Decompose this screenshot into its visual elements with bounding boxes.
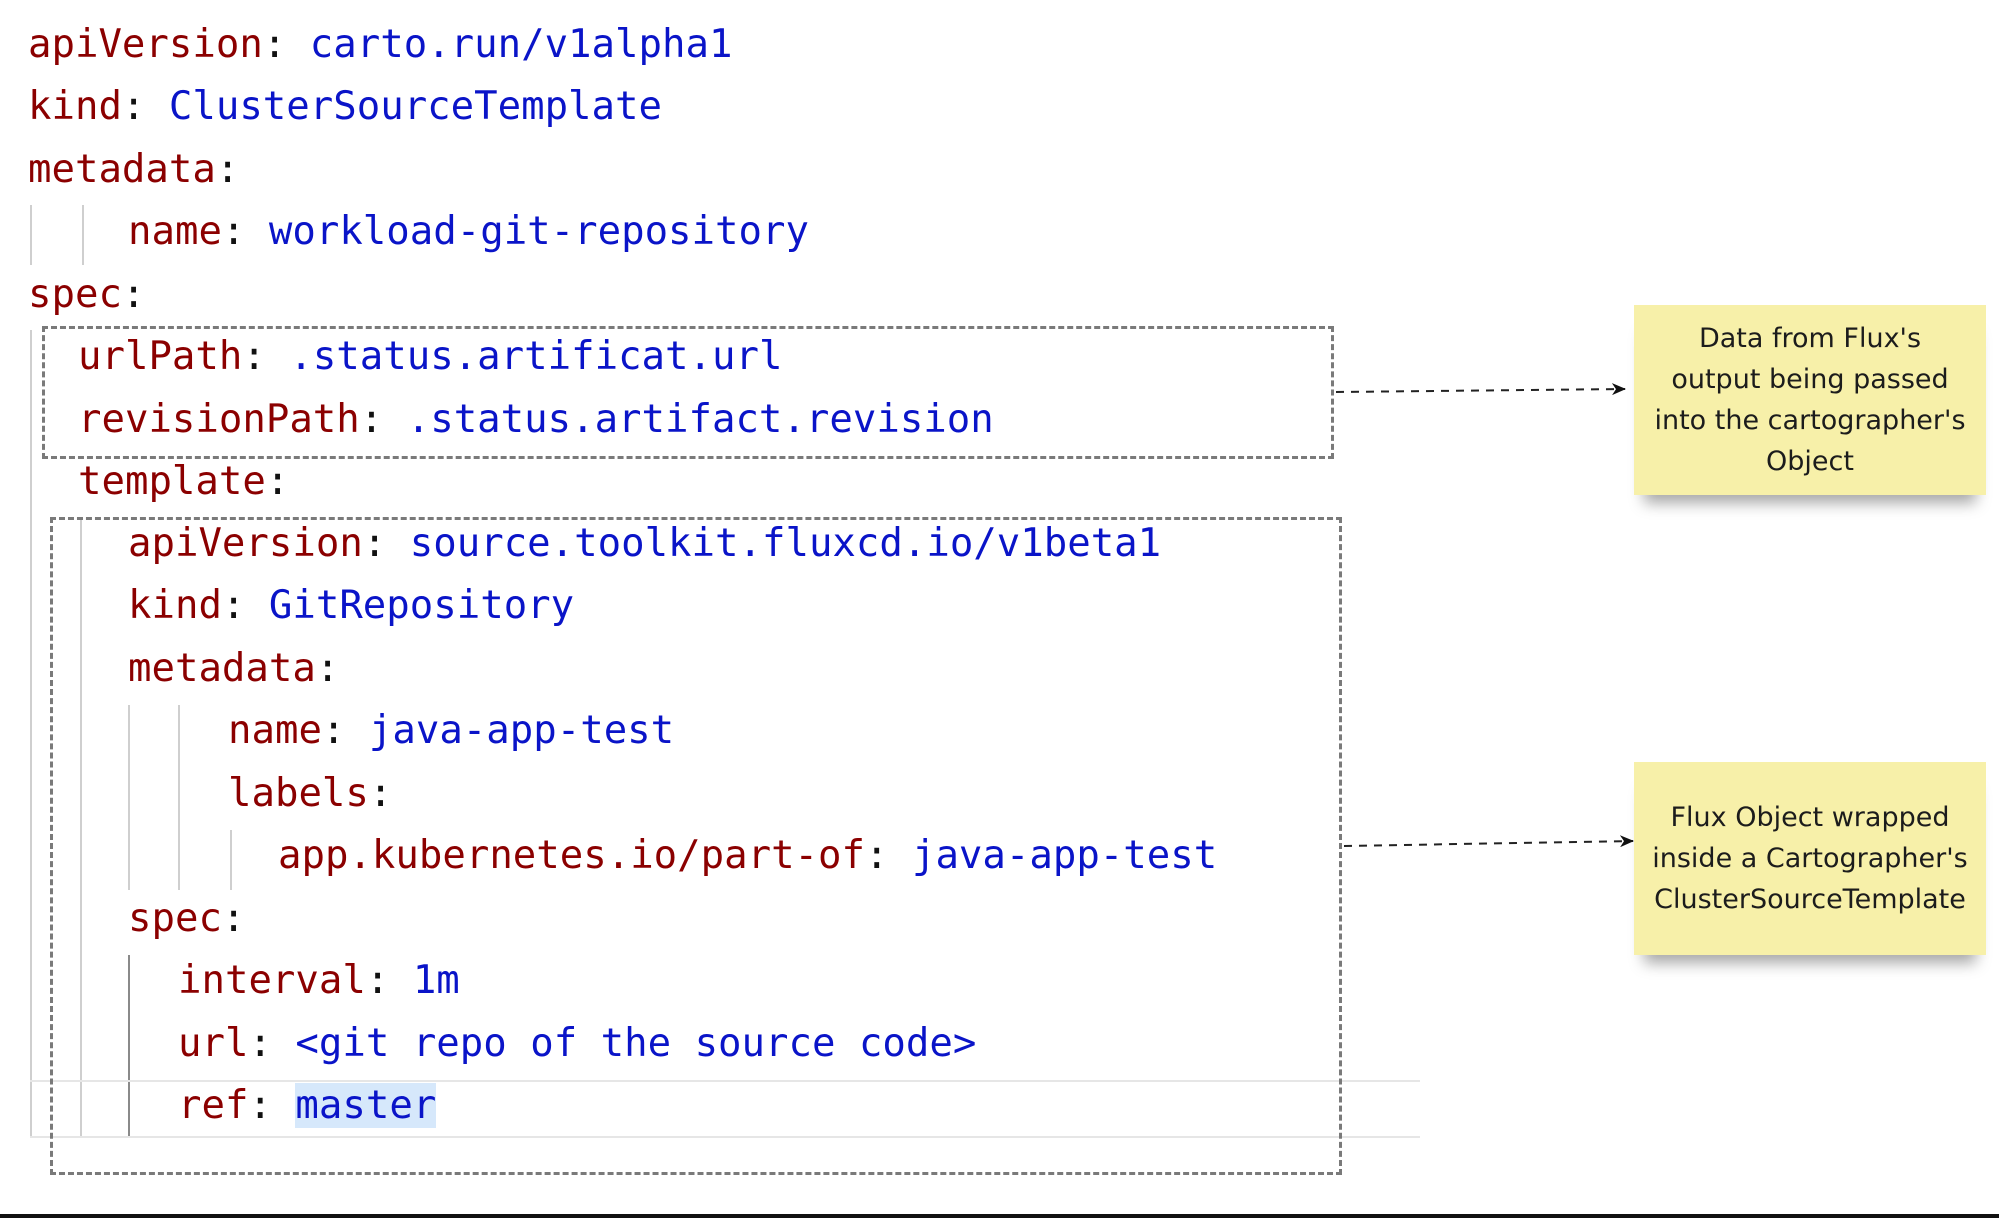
annotation-note-flux-object: Flux Object wrapped inside a Cartographe… xyxy=(1634,762,1986,955)
annotation-note-flux-output: Data from Flux's output being passed int… xyxy=(1634,305,1986,495)
annotation-text: Flux Object wrapped inside a Cartographe… xyxy=(1652,802,1968,915)
arrow-to-note-1 xyxy=(1335,383,1626,396)
bottom-border xyxy=(0,1214,1999,1218)
connector-arrows xyxy=(1335,383,1634,848)
annotation-text: Data from Flux's output being passed int… xyxy=(1654,323,1966,477)
arrow-to-note-2 xyxy=(1343,835,1634,848)
